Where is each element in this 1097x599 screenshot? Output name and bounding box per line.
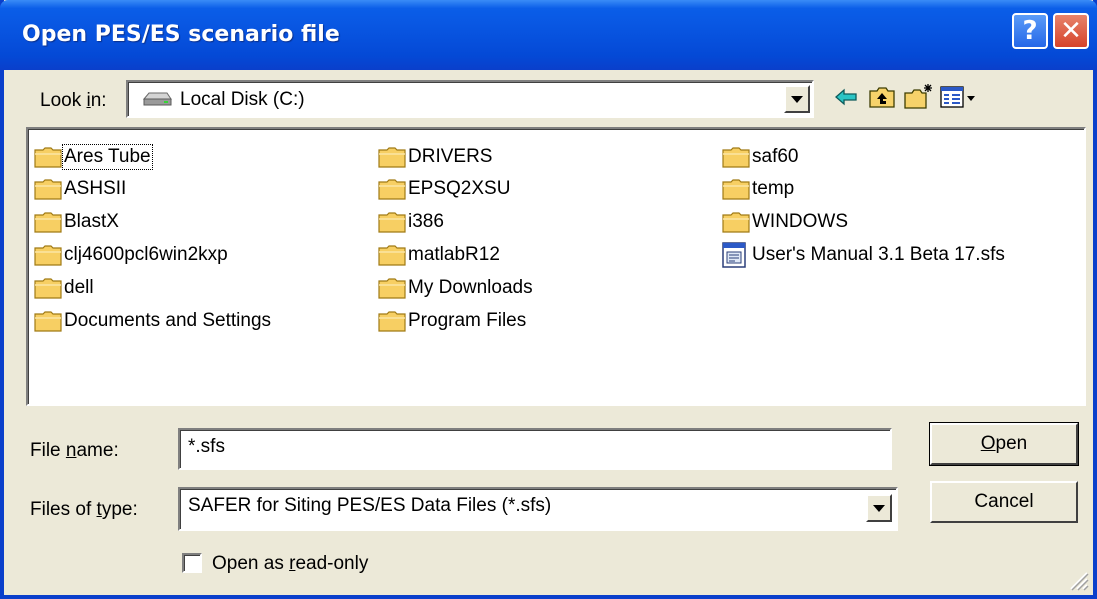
list-item-label: User's Manual 3.1 Beta 17.sfs xyxy=(752,244,1005,265)
list-item-label: EPSQ2XSU xyxy=(408,178,511,199)
hard-disk-icon xyxy=(142,92,172,106)
file-name-label: File name: xyxy=(30,440,119,461)
list-item-folder[interactable]: WINDOWS xyxy=(722,207,848,237)
close-button[interactable]: ✕ xyxy=(1053,13,1089,49)
list-item-folder[interactable]: My Downloads xyxy=(378,273,533,303)
list-item-label: BlastX xyxy=(64,211,119,232)
file-type-combobox[interactable]: SAFER for Siting PES/ES Data Files (*.sf… xyxy=(178,487,898,531)
new-folder-icon[interactable] xyxy=(902,82,934,112)
folder-icon xyxy=(722,147,750,168)
list-item-label: My Downloads xyxy=(408,277,533,298)
list-item-label: Program Files xyxy=(408,310,527,331)
look-in-dropdown-button[interactable] xyxy=(784,85,810,113)
look-in-label: Look in: xyxy=(40,90,107,111)
list-item-folder[interactable]: Program Files xyxy=(378,306,526,336)
list-item-label: matlabR12 xyxy=(408,244,500,265)
up-folder-icon[interactable] xyxy=(866,82,898,112)
list-item-label: Documents and Settings xyxy=(64,310,272,331)
help-button[interactable]: ? xyxy=(1012,13,1048,49)
look-in-value: Local Disk (C:) xyxy=(180,89,305,110)
list-item-folder[interactable]: clj4600pcl6win2kxp xyxy=(34,240,228,270)
folder-icon xyxy=(34,147,62,168)
dialog-title: Open PES/ES scenario file xyxy=(22,22,340,47)
file-type-dropdown-button[interactable] xyxy=(866,494,892,522)
list-item-label: clj4600pcl6win2kxp xyxy=(64,244,228,265)
list-item-label: Ares Tube xyxy=(62,144,153,170)
folder-icon xyxy=(34,311,62,332)
list-item-label: ASHSII xyxy=(64,178,127,199)
open-button-label: Open xyxy=(980,433,1028,454)
sfs-file-icon xyxy=(722,242,746,268)
list-item-file[interactable]: User's Manual 3.1 Beta 17.sfs xyxy=(722,240,1005,270)
close-icon: ✕ xyxy=(1060,16,1082,46)
folder-icon xyxy=(378,147,406,168)
open-file-dialog: Open PES/ES scenario file ? ✕ Look in: L… xyxy=(0,0,1097,599)
folder-icon xyxy=(378,278,406,299)
folder-icon xyxy=(34,212,62,233)
list-item-folder[interactable]: Ares Tube xyxy=(34,142,153,172)
file-name-value: *.sfs xyxy=(188,436,225,457)
list-item-folder[interactable]: EPSQ2XSU xyxy=(378,174,510,204)
folder-icon xyxy=(378,212,406,233)
file-list[interactable]: Ares Tube ASHSII BlastX clj4600pcl6win2k… xyxy=(26,127,1086,406)
read-only-checkbox[interactable] xyxy=(182,553,202,573)
list-item-label: i386 xyxy=(408,211,444,232)
read-only-label[interactable]: Open as read-only xyxy=(212,553,368,575)
file-type-value: SAFER for Siting PES/ES Data Files (*.sf… xyxy=(188,495,552,516)
list-item-folder[interactable]: temp xyxy=(722,174,794,204)
list-item-folder[interactable]: dell xyxy=(34,273,94,303)
list-item-folder[interactable]: saf60 xyxy=(722,142,798,172)
folder-icon xyxy=(34,179,62,200)
look-in-combobox[interactable]: Local Disk (C:) xyxy=(126,80,814,118)
folder-icon xyxy=(378,179,406,200)
list-item-label: DRIVERS xyxy=(408,146,493,167)
folder-icon xyxy=(722,179,750,200)
chevron-down-icon xyxy=(791,95,803,103)
file-type-label: Files of type: xyxy=(30,499,138,520)
list-item-folder[interactable]: DRIVERS xyxy=(378,142,492,172)
open-button[interactable]: Open xyxy=(929,422,1079,466)
folder-icon xyxy=(34,245,62,266)
chevron-down-icon xyxy=(873,504,885,512)
cancel-button-label: Cancel xyxy=(974,491,1034,512)
list-item-label: dell xyxy=(64,277,94,298)
back-icon[interactable] xyxy=(830,82,862,112)
list-item-label: saf60 xyxy=(752,146,799,167)
cancel-button[interactable]: Cancel xyxy=(930,481,1078,523)
folder-icon xyxy=(378,245,406,266)
list-item-label: temp xyxy=(752,178,795,199)
list-item-folder[interactable]: i386 xyxy=(378,207,444,237)
list-item-label: WINDOWS xyxy=(752,211,849,232)
list-item-folder[interactable]: BlastX xyxy=(34,207,119,237)
help-icon: ? xyxy=(1022,16,1038,46)
folder-icon xyxy=(722,212,750,233)
folder-icon xyxy=(34,278,62,299)
list-item-folder[interactable]: ASHSII xyxy=(34,174,126,204)
resize-grip-icon[interactable] xyxy=(1065,567,1089,591)
list-item-folder[interactable]: matlabR12 xyxy=(378,240,500,270)
view-menu-icon[interactable] xyxy=(938,82,980,112)
title-bar[interactable]: Open PES/ES scenario file ? ✕ xyxy=(0,0,1097,70)
folder-icon xyxy=(378,311,406,332)
file-name-input[interactable]: *.sfs xyxy=(178,428,892,470)
list-item-folder[interactable]: Documents and Settings xyxy=(34,306,271,336)
